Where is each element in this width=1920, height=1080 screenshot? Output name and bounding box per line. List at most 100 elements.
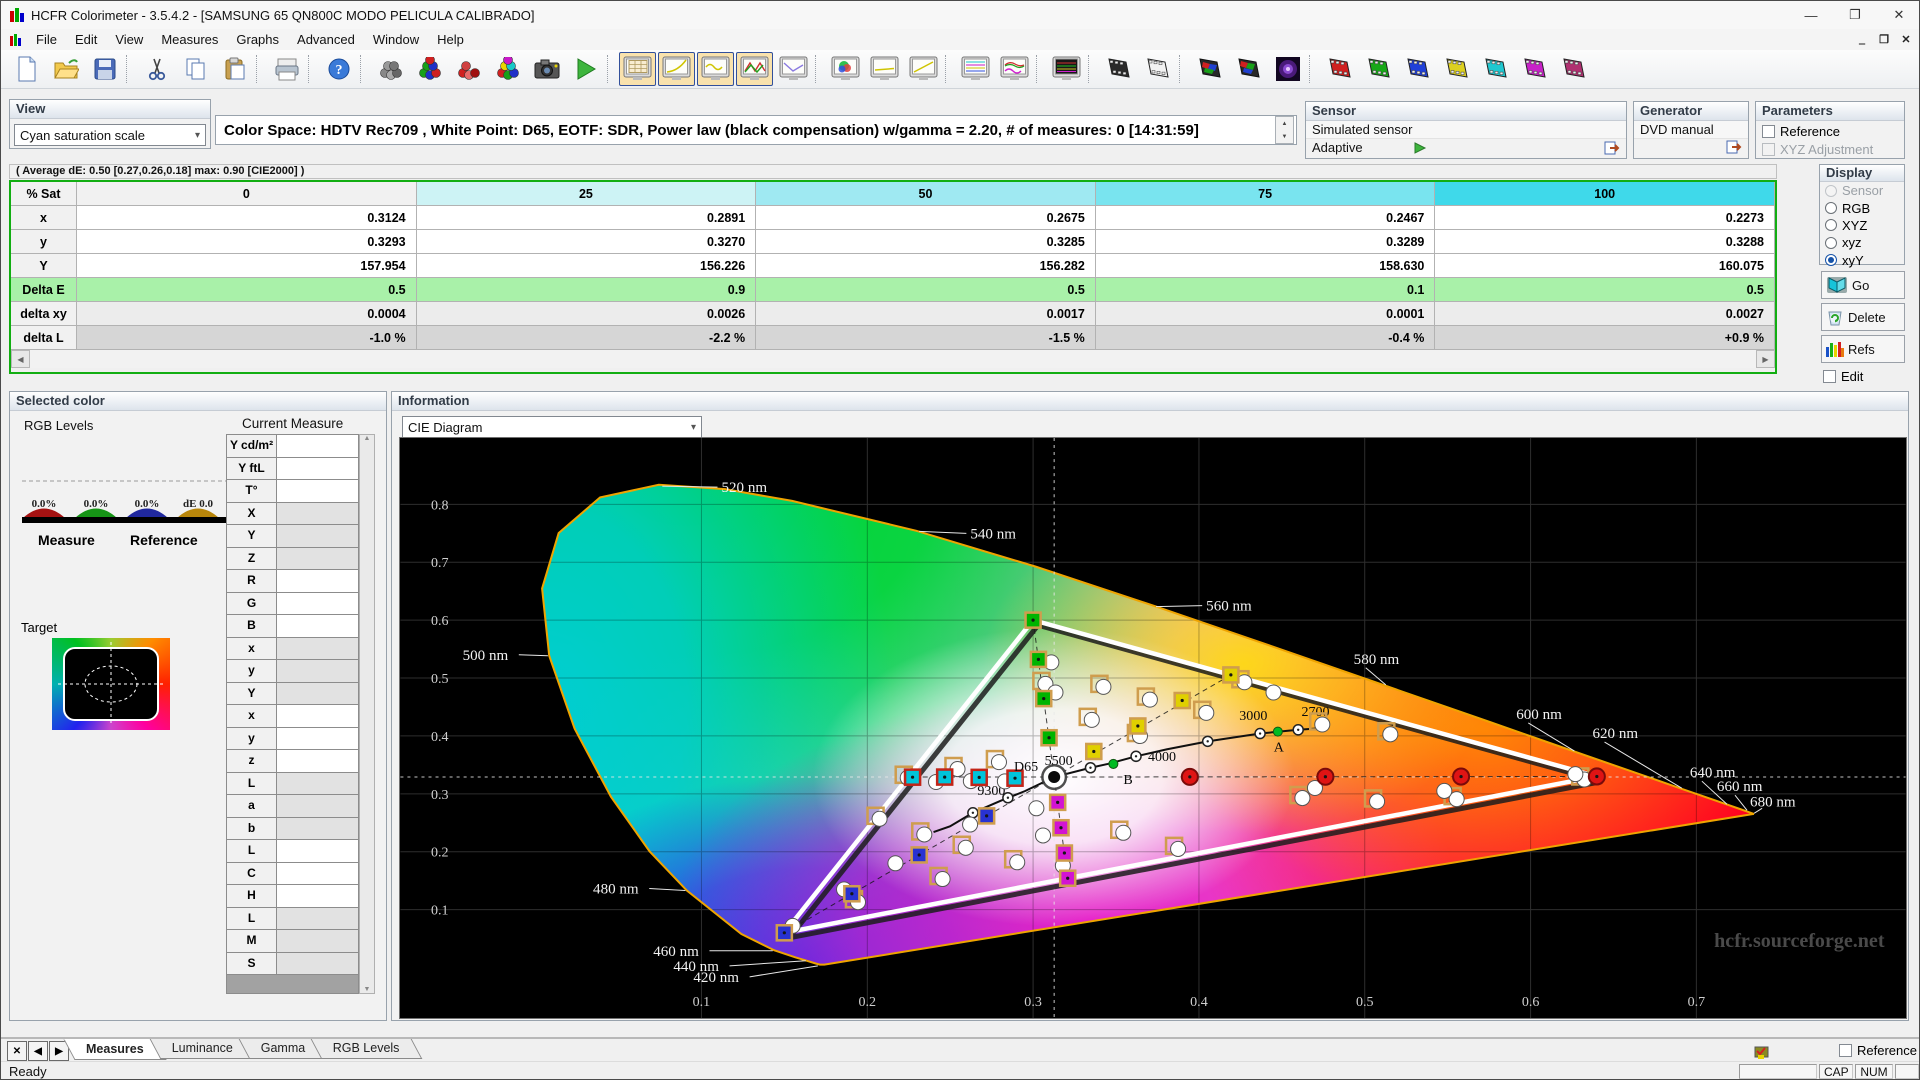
- menu-graphs[interactable]: Graphs: [227, 30, 288, 49]
- menu-file[interactable]: File: [27, 30, 66, 49]
- measure-row-label: G: [227, 592, 277, 615]
- monitor-rgbcurves-icon[interactable]: [736, 52, 773, 86]
- sensor-multi-icon[interactable]: [489, 52, 526, 86]
- monitor-grid-icon[interactable]: [619, 52, 656, 86]
- information-selector[interactable]: CIE Diagram ▾: [402, 416, 702, 438]
- cut-icon[interactable]: [138, 52, 175, 86]
- info-scroll-spinner[interactable]: ▲ ▼: [1275, 116, 1294, 144]
- minimize-icon[interactable]: —: [1789, 2, 1833, 29]
- film-rgb-icon[interactable]: [1191, 52, 1228, 86]
- copy-icon[interactable]: [177, 52, 214, 86]
- menu-window[interactable]: Window: [364, 30, 428, 49]
- display-option-xyz[interactable]: XYZ: [1820, 217, 1904, 234]
- radio-icon[interactable]: [1825, 202, 1837, 215]
- radio-icon[interactable]: [1825, 236, 1837, 249]
- sensor-rgb-icon[interactable]: [411, 52, 448, 86]
- film-yellow-icon[interactable]: [1438, 52, 1475, 86]
- display-option-label: xyz: [1842, 235, 1862, 251]
- film-multi-icon[interactable]: [1555, 52, 1592, 86]
- film-black-icon[interactable]: [1100, 52, 1137, 86]
- monitor-dip-icon[interactable]: [775, 52, 812, 86]
- monitor-multilines-icon[interactable]: [957, 52, 994, 86]
- mdi-restore-icon[interactable]: ❐: [1873, 33, 1895, 46]
- film-cyan-icon[interactable]: [1477, 52, 1514, 86]
- tab-rgb-levels[interactable]: RGB Levels: [310, 1039, 423, 1059]
- monitor-curves2-icon[interactable]: [996, 52, 1033, 86]
- scroll-down-icon[interactable]: ▼: [360, 986, 374, 993]
- display-option-rgb[interactable]: RGB: [1820, 199, 1904, 216]
- monitor-rise-icon[interactable]: [905, 52, 942, 86]
- restore-icon[interactable]: ❐: [1833, 2, 1877, 29]
- cell-delta-xy-50: 0.0017: [756, 302, 1096, 326]
- film-green-icon[interactable]: [1360, 52, 1397, 86]
- radio-icon[interactable]: [1825, 219, 1837, 232]
- scroll-left-icon[interactable]: ◀: [11, 350, 30, 368]
- refs-button[interactable]: Refs: [1821, 335, 1905, 363]
- film-rgb2-icon[interactable]: [1230, 52, 1267, 86]
- sensor-red-icon[interactable]: [450, 52, 487, 86]
- new-file-icon[interactable]: [8, 52, 45, 86]
- cie-diagram[interactable]: A B 9300 5500 4000 3000 2700 D65 520 nm 540 nm 560…: [399, 437, 1907, 1019]
- monitor-wave-icon[interactable]: [697, 52, 734, 86]
- cell-delta-e-100: 0.5: [1435, 278, 1775, 302]
- mdi-minimize-icon[interactable]: ‗: [1851, 33, 1873, 46]
- radio-icon[interactable]: [1825, 254, 1837, 267]
- flare-icon[interactable]: [1269, 52, 1306, 86]
- tab-prev-button[interactable]: ◀: [28, 1041, 48, 1061]
- print-icon[interactable]: [268, 52, 305, 86]
- help-icon[interactable]: ?: [320, 52, 357, 86]
- film-white-icon[interactable]: [1139, 52, 1176, 86]
- mdi-close-icon[interactable]: ✕: [1895, 33, 1917, 46]
- view-selector[interactable]: Cyan saturation scale ▾: [14, 124, 206, 146]
- delete-button[interactable]: Delete: [1821, 303, 1905, 331]
- scroll-up-icon[interactable]: ▲: [360, 435, 374, 442]
- save-icon[interactable]: [86, 52, 123, 86]
- sensor-gray-icon[interactable]: [372, 52, 409, 86]
- edit-checkbox-row[interactable]: Edit: [1823, 369, 1863, 384]
- scroll-up-icon[interactable]: ▲: [1282, 121, 1288, 127]
- reference-toggle-checkbox[interactable]: [1839, 1044, 1852, 1057]
- display-option-sensor[interactable]: Sensor: [1820, 182, 1904, 199]
- film-blue-icon[interactable]: [1399, 52, 1436, 86]
- close-icon[interactable]: ✕: [1877, 2, 1919, 29]
- menu-edit[interactable]: Edit: [66, 30, 106, 49]
- display-option-xyy[interactable]: xyY: [1820, 252, 1904, 269]
- radio-icon[interactable]: [1825, 184, 1837, 197]
- camera-icon[interactable]: [528, 52, 565, 86]
- monitor-dark-icon[interactable]: [1048, 52, 1085, 86]
- menu-advanced[interactable]: Advanced: [288, 30, 364, 49]
- menu-help[interactable]: Help: [428, 30, 473, 49]
- information-panel-title: Information: [392, 392, 1908, 411]
- menu-view[interactable]: View: [106, 30, 152, 49]
- monitor-cie-icon[interactable]: [827, 52, 864, 86]
- sensor-run-icon[interactable]: [1413, 141, 1427, 154]
- reference-checkbox[interactable]: [1762, 125, 1775, 138]
- svg-text:0.5: 0.5: [1356, 994, 1374, 1010]
- monitor-gamma-icon[interactable]: [658, 52, 695, 86]
- reference-checkbox-row[interactable]: Reference: [1756, 121, 1904, 140]
- go-button[interactable]: Go: [1821, 271, 1905, 299]
- svg-text:0.2: 0.2: [431, 845, 449, 861]
- scroll-right-icon[interactable]: ▶: [1756, 350, 1775, 368]
- display-option-xyz[interactable]: xyz: [1820, 234, 1904, 251]
- table-h-scrollbar[interactable]: ◀ ▶: [11, 350, 1775, 368]
- generator-export-icon[interactable]: [1726, 140, 1742, 154]
- film-red-icon[interactable]: [1321, 52, 1358, 86]
- measure-v-scrollbar[interactable]: ▲ ▼: [359, 434, 375, 994]
- reference-toggle-row[interactable]: Reference: [1839, 1043, 1917, 1058]
- menu-measures[interactable]: Measures: [152, 30, 227, 49]
- film-magenta-icon[interactable]: [1516, 52, 1553, 86]
- run-measure-icon[interactable]: [567, 52, 604, 86]
- edit-checkbox[interactable]: [1823, 370, 1836, 383]
- cell-x-0: 0.3124: [77, 206, 417, 230]
- scroll-down-icon[interactable]: ▼: [1282, 134, 1288, 140]
- notes-icon[interactable]: [1753, 1043, 1771, 1059]
- svg-text:660 nm: 660 nm: [1717, 779, 1763, 795]
- view-panel: View Cyan saturation scale ▾: [9, 99, 211, 149]
- sensor-export-icon[interactable]: [1604, 141, 1620, 155]
- open-file-icon[interactable]: [47, 52, 84, 86]
- monitor-flat-icon[interactable]: [866, 52, 903, 86]
- toolbar-separator: [126, 55, 133, 83]
- paste-icon[interactable]: [216, 52, 253, 86]
- tab-close-button[interactable]: ✕: [7, 1041, 27, 1061]
